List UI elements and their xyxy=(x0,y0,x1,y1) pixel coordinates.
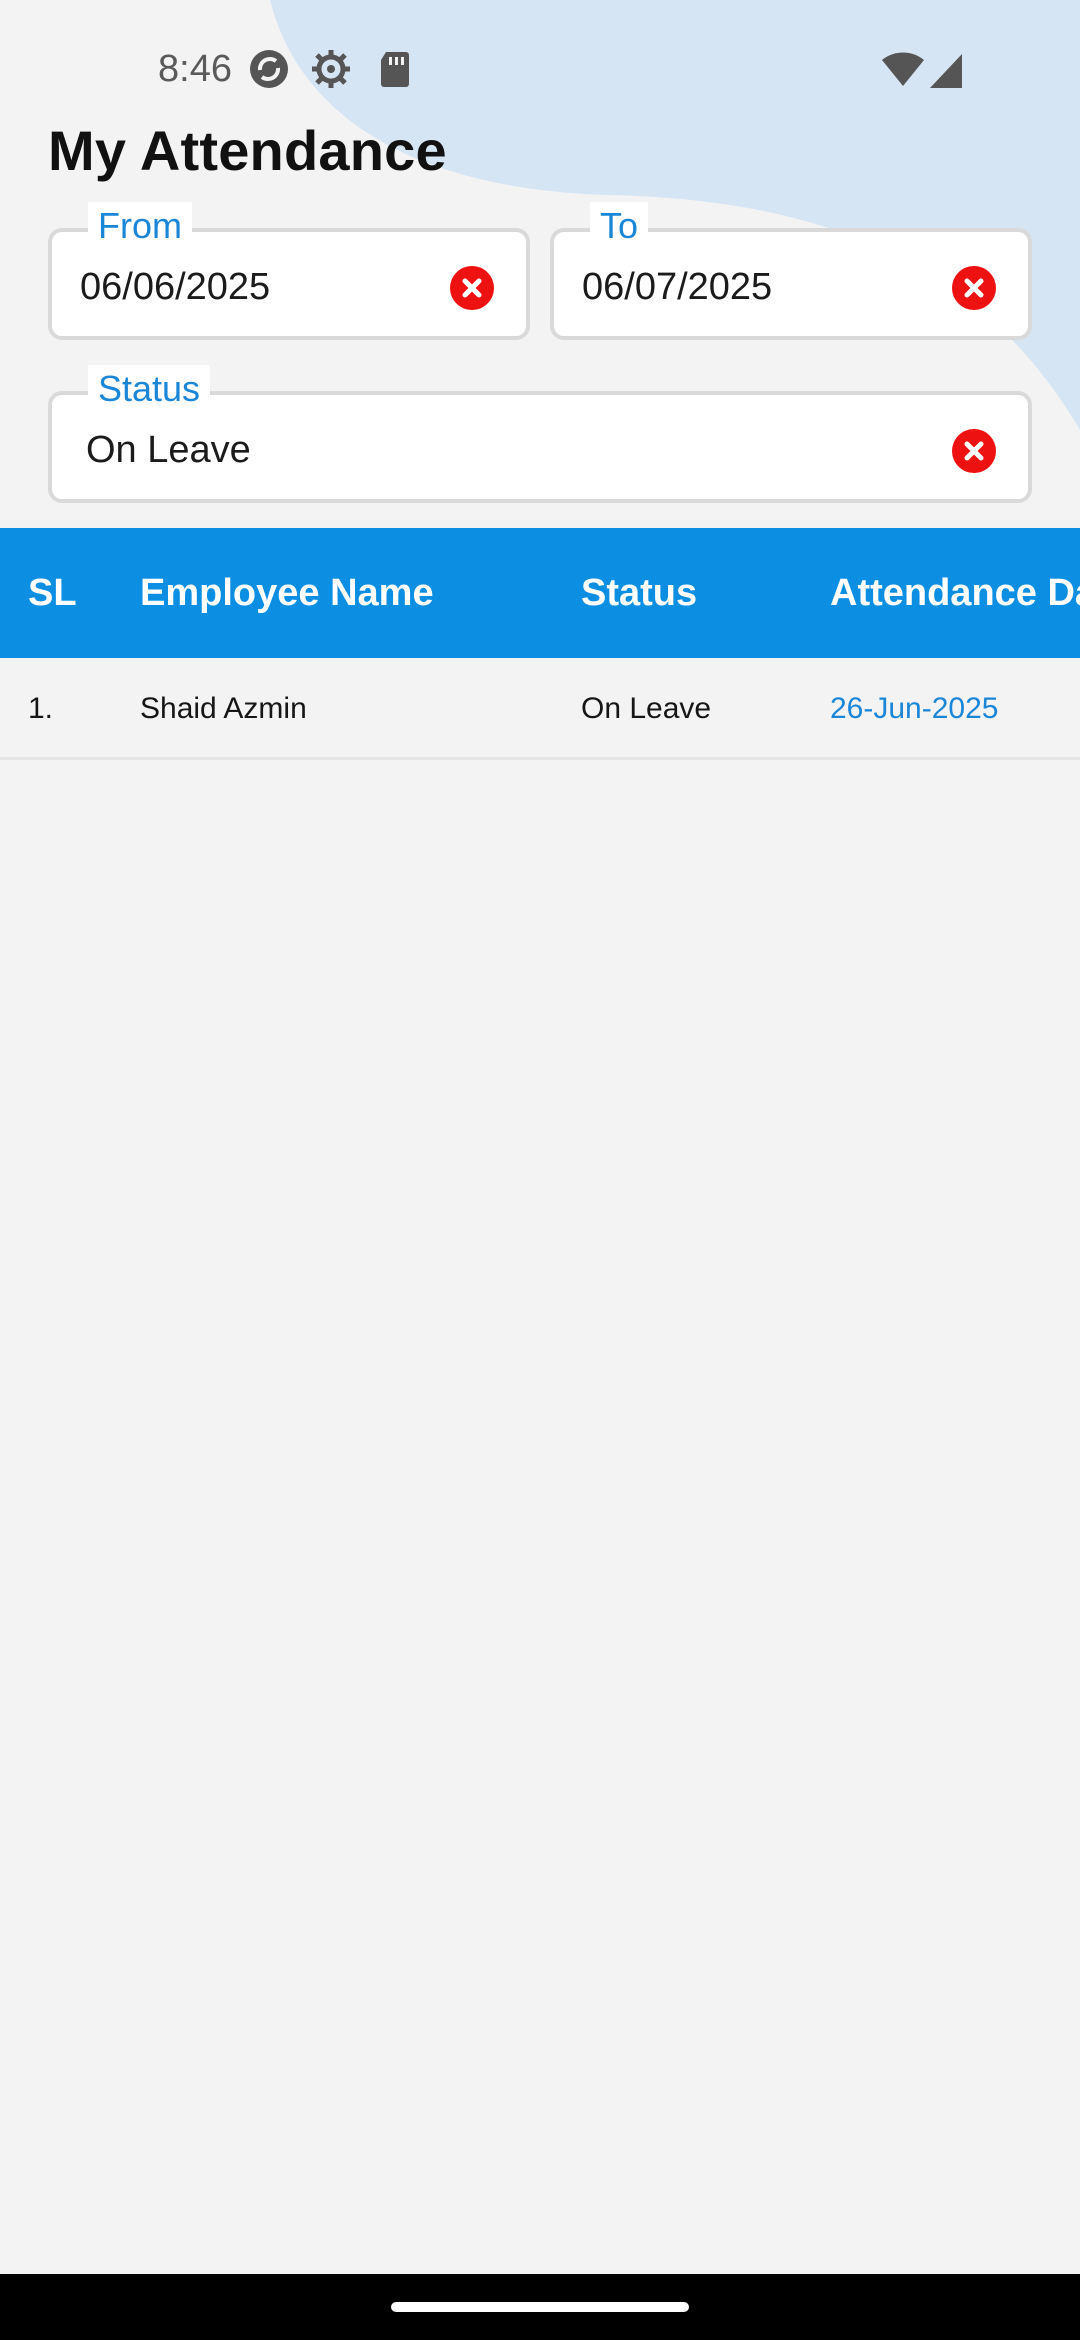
cell-attendance-date[interactable]: 26-Jun-2025 xyxy=(830,692,998,726)
cellular-signal-icon xyxy=(930,54,962,88)
column-header-attendance-date[interactable]: Attendance Da xyxy=(830,572,1080,615)
navigation-bar xyxy=(0,2274,1080,2340)
cell-status: On Leave xyxy=(581,692,712,725)
table-row[interactable]: 1. Shaid Azmin On Leave 26-Jun-2025 xyxy=(0,658,1080,760)
column-header-employee-name[interactable]: Employee Name xyxy=(140,572,434,615)
attendance-screen: 8:46 My Attendance From 06/06/2025 To 06… xyxy=(0,0,1080,2340)
cell-employee-name: Shaid Azmin xyxy=(140,692,307,725)
close-icon xyxy=(964,278,984,298)
gear-icon xyxy=(312,50,350,88)
close-icon xyxy=(462,278,482,298)
clear-status-button[interactable] xyxy=(952,429,996,473)
clear-to-date-button[interactable] xyxy=(952,266,996,310)
status-time: 8:46 xyxy=(158,48,232,90)
home-gesture-handle[interactable] xyxy=(391,2302,689,2312)
close-icon xyxy=(964,441,984,461)
status-filter-label: Status xyxy=(88,365,211,413)
status-filter-field[interactable]: Status On Leave xyxy=(48,365,1032,503)
to-date-value: 06/07/2025 xyxy=(582,266,773,308)
table-header: SL Employee Name Status Attendance Da xyxy=(0,528,1080,658)
to-date-label: To xyxy=(590,202,649,250)
column-header-status[interactable]: Status xyxy=(581,572,697,615)
wifi-icon xyxy=(882,52,924,86)
cell-sl: 1. xyxy=(28,692,54,725)
column-header-sl[interactable]: SL xyxy=(28,572,77,615)
sync-icon xyxy=(250,50,288,88)
from-date-field[interactable]: From 06/06/2025 xyxy=(48,202,530,340)
to-date-field[interactable]: To 06/07/2025 xyxy=(550,202,1032,340)
page-title: My Attendance xyxy=(48,119,447,182)
status-filter-value: On Leave xyxy=(86,429,251,471)
from-date-value: 06/06/2025 xyxy=(80,266,271,308)
from-date-label: From xyxy=(88,202,192,250)
sd-card-icon xyxy=(381,52,409,87)
clear-from-date-button[interactable] xyxy=(450,266,494,310)
